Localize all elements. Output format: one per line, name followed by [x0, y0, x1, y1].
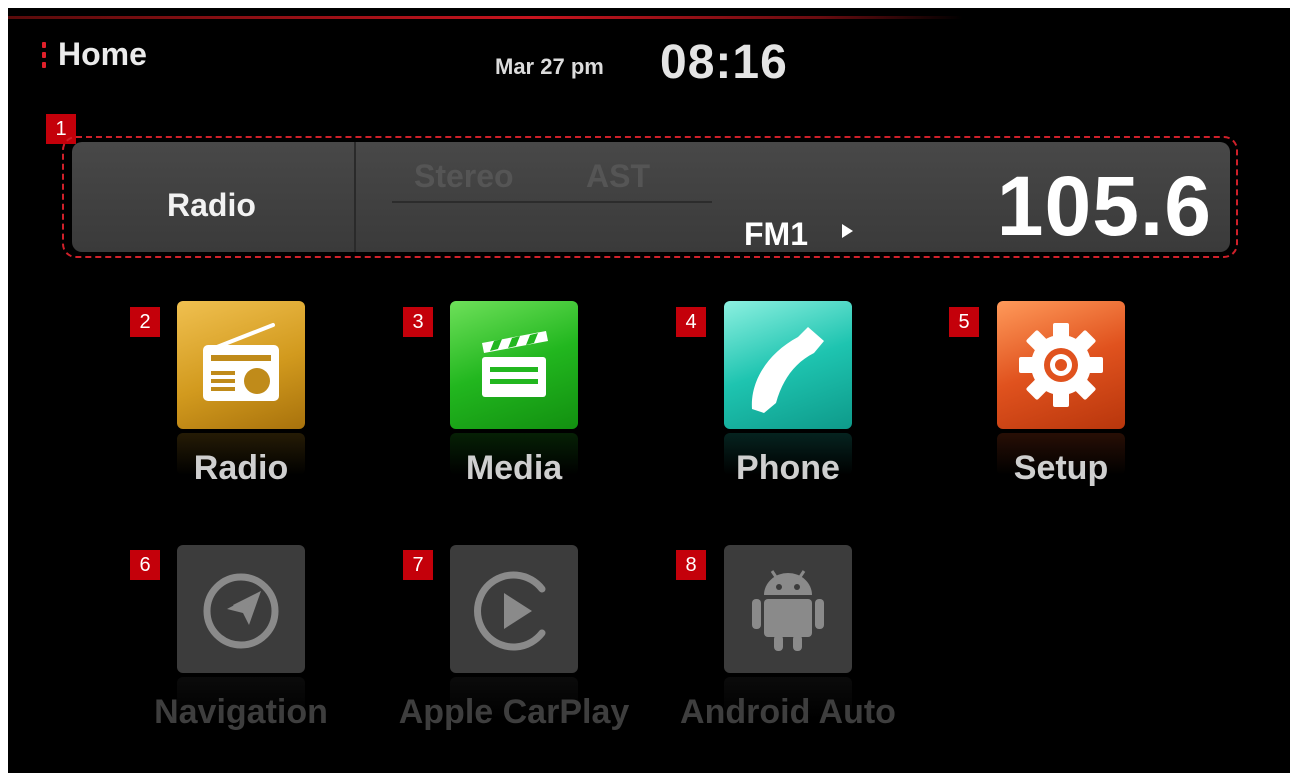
- marker-2: 2: [130, 307, 160, 337]
- band-arrow-icon[interactable]: [842, 224, 853, 238]
- marker-5: 5: [949, 307, 979, 337]
- clock-time: 08:16: [660, 36, 788, 89]
- radio-frequency: 105.6: [996, 159, 1212, 253]
- app-label-setup: Setup: [1013, 449, 1109, 487]
- radio-icon[interactable]: [177, 301, 305, 429]
- top-accent-line: [8, 16, 963, 19]
- marker-8: 8: [676, 550, 706, 580]
- app-label-media: Media: [465, 449, 563, 487]
- clapperboard-icon[interactable]: [450, 301, 578, 429]
- app-label-apple-carplay: Apple CarPlay: [398, 693, 630, 731]
- page-title: Home: [58, 36, 147, 72]
- stereo-indicator: Stereo: [414, 158, 514, 194]
- radio-widget-label: Radio: [167, 187, 256, 223]
- radio-divider: [354, 142, 356, 252]
- android-robot-icon[interactable]: [724, 545, 852, 673]
- radio-panel[interactable]: Radio Stereo AST FM1 105.6: [72, 142, 1230, 253]
- app-label-radio: Radio: [193, 449, 289, 487]
- clock-date: Mar 27 pm: [495, 54, 604, 79]
- marker-7: 7: [403, 550, 433, 580]
- compass-icon[interactable]: [177, 545, 305, 673]
- radio-widget[interactable]: Radio Stereo AST FM1 105.6: [62, 136, 1238, 258]
- app-label-android-auto: Android Auto: [680, 693, 896, 731]
- head-unit-screen: Home Mar 27 pm 08:16 1 Radio Stereo AST …: [8, 8, 1290, 773]
- app-label-navigation: Navigation: [154, 693, 328, 731]
- app-label-phone: Phone: [736, 449, 840, 487]
- gear-icon[interactable]: [997, 301, 1125, 429]
- marker-4: 4: [676, 307, 706, 337]
- indicator-underline: [392, 201, 712, 203]
- radio-band[interactable]: FM1: [744, 216, 808, 253]
- marker-6: 6: [130, 550, 160, 580]
- marker-3: 3: [403, 307, 433, 337]
- menu-dots-icon[interactable]: [42, 42, 46, 74]
- ast-indicator: AST: [586, 158, 650, 194]
- phone-handset-icon[interactable]: [724, 301, 852, 429]
- play-circle-icon[interactable]: [450, 545, 578, 673]
